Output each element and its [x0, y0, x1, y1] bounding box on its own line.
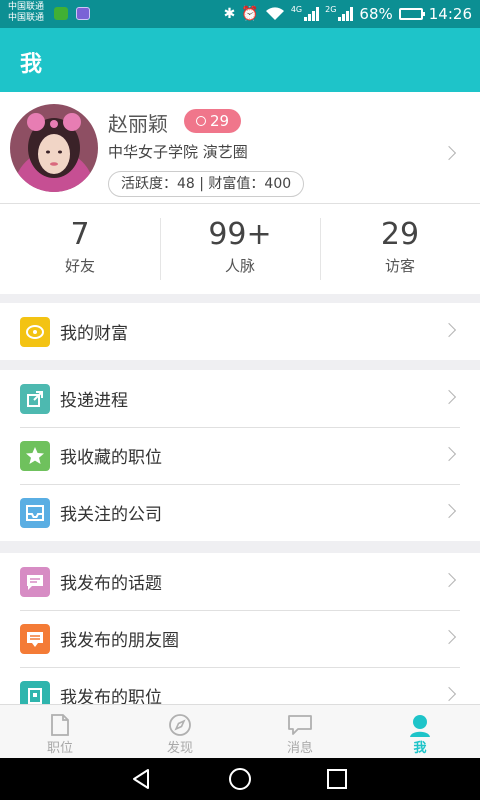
signal-icon-2 — [338, 7, 354, 21]
profile-card: 赵丽颖 29 中华女子学院 演艺圈 活跃度：48 | 财富值：400 7 好友 … — [0, 92, 480, 294]
message-count-badge[interactable]: 29 — [184, 109, 242, 133]
chevron-right-icon — [441, 145, 457, 161]
gallery-notification-icon — [76, 7, 90, 20]
tab-label: 职位 — [46, 741, 73, 756]
user-school: 中华女子学院 演艺圈 — [108, 143, 248, 161]
compass-icon — [169, 714, 191, 736]
system-navigation-bar — [0, 758, 480, 800]
menu-item-label: 我发布的朋友圈 — [60, 631, 179, 651]
avatar[interactable] — [10, 104, 98, 192]
tab-label: 消息 — [286, 741, 313, 756]
menu-group-wealth: 我的财富 — [0, 303, 480, 360]
stat-contacts[interactable]: 99+ 人脉 — [160, 204, 320, 293]
tab-label: 发现 — [166, 741, 193, 756]
network-type-2: 2G — [325, 4, 337, 14]
menu-item-followed-companies[interactable]: 我关注的公司 — [0, 484, 480, 541]
menu-item-label: 我发布的话题 — [60, 574, 162, 594]
activity-wealth-pill: 活跃度：48 | 财富值：400 — [108, 171, 305, 197]
user-name: 赵丽颖 — [108, 112, 168, 136]
badge-count: 29 — [210, 112, 230, 130]
tab-messages[interactable]: 消息 — [240, 705, 360, 758]
menu-group-jobs: 投递进程 我收藏的职位 我关注的公司 — [0, 370, 480, 541]
tab-label: 我 — [413, 741, 427, 756]
page-title: 我 — [20, 52, 43, 77]
carrier-1: 中国联通 — [8, 2, 45, 12]
stat-value: 29 — [380, 217, 420, 252]
alarm-icon: ⏰ — [241, 6, 259, 22]
star-icon — [20, 441, 50, 471]
title-bar: 我 — [0, 28, 480, 92]
battery-percent: 68% — [359, 5, 393, 23]
signal-icon-1 — [304, 7, 320, 21]
menu-item-progress[interactable]: 投递进程 — [0, 370, 480, 427]
bottom-tab-bar: 职位 发现 消息 我 — [0, 704, 480, 758]
menu-item-wealth[interactable]: 我的财富 — [0, 303, 480, 360]
stats-row: 7 好友 99+ 人脉 29 访客 — [0, 203, 480, 293]
document-icon — [51, 714, 69, 736]
carrier-2: 中国联通 — [8, 13, 45, 23]
chevron-right-icon — [441, 322, 457, 338]
back-icon[interactable] — [130, 768, 152, 790]
carrier-labels: 中国联通 中国联通 — [8, 2, 44, 24]
status-bar: 中国联通 中国联通 ✱ ⏰ 4G 2G 68% 14:26 — [0, 0, 480, 28]
menu-item-label: 我关注的公司 — [60, 505, 162, 525]
profile-header[interactable]: 赵丽颖 29 中华女子学院 演艺圈 活跃度：48 | 财富值：400 — [0, 92, 480, 202]
speech-doc-icon — [20, 567, 50, 597]
tab-me[interactable]: 我 — [360, 705, 480, 758]
menu-item-label: 投递进程 — [60, 391, 128, 411]
network-type-1: 4G — [290, 4, 303, 14]
stat-visitors[interactable]: 29 访客 — [320, 204, 480, 293]
coin-icon — [20, 317, 50, 347]
tab-discover[interactable]: 发现 — [120, 705, 240, 758]
stat-label: 人脉 — [224, 257, 255, 275]
tab-jobs[interactable]: 职位 — [0, 705, 120, 758]
recents-icon[interactable] — [326, 768, 348, 790]
chevron-right-icon — [441, 503, 457, 519]
chevron-right-icon — [441, 389, 457, 405]
clock: 14:26 — [428, 5, 472, 23]
inbox-icon — [20, 498, 50, 528]
person-icon — [410, 715, 430, 737]
briefcase-icon — [20, 681, 50, 704]
menu-item-my-jobs[interactable]: 我发布的职位 — [0, 667, 480, 704]
home-icon[interactable] — [228, 768, 252, 792]
bluetooth-icon: ✱ — [223, 6, 236, 22]
stat-label: 好友 — [64, 257, 95, 275]
stat-value: 7 — [70, 217, 90, 252]
chevron-right-icon — [441, 686, 457, 702]
chat-lines-icon — [20, 624, 50, 654]
chat-bubble-icon — [196, 116, 206, 126]
battery-icon — [398, 8, 425, 20]
menu-item-label: 我的财富 — [60, 324, 128, 344]
stat-value: 99+ — [208, 217, 272, 252]
chevron-right-icon — [441, 446, 457, 462]
status-right: ✱ ⏰ 4G 2G 68% 14:26 — [224, 0, 472, 28]
chevron-right-icon — [441, 572, 457, 588]
wifi-icon — [265, 7, 284, 21]
send-arrow-icon — [20, 384, 50, 414]
menu-item-my-topics[interactable]: 我发布的话题 — [0, 553, 480, 610]
stat-label: 访客 — [384, 257, 415, 275]
menu-item-my-moments[interactable]: 我发布的朋友圈 — [0, 610, 480, 667]
menu-item-label: 我发布的职位 — [60, 688, 162, 704]
stat-friends[interactable]: 7 好友 — [0, 204, 160, 293]
chevron-right-icon — [441, 629, 457, 645]
menu-group-posts: 我发布的话题 我发布的朋友圈 我发布的职位 — [0, 553, 480, 704]
chat-bubble-icon — [288, 715, 312, 735]
wechat-notification-icon — [54, 7, 68, 20]
menu-item-saved-jobs[interactable]: 我收藏的职位 — [0, 427, 480, 484]
menu-item-label: 我收藏的职位 — [60, 448, 162, 468]
